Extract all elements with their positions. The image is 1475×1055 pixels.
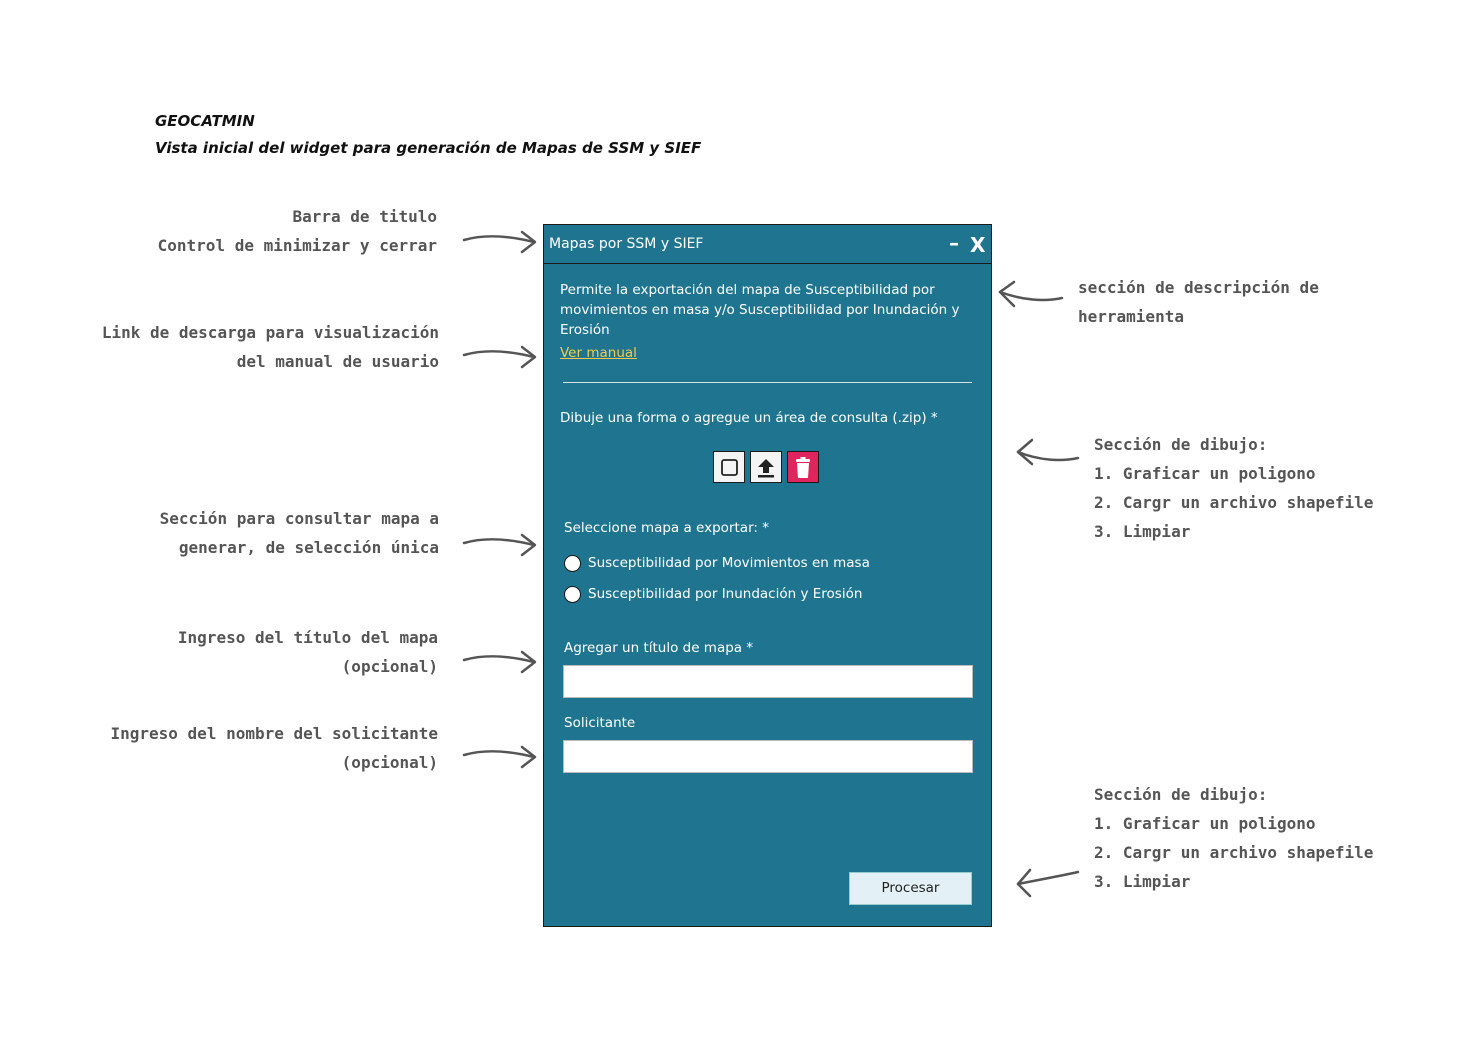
note-drawing-bottom: Sección de dibujo: 1. Graficar un poligo… — [1094, 785, 1374, 891]
radio-movimientos[interactable] — [564, 555, 581, 572]
arrow-right-icon — [462, 345, 537, 369]
divider — [563, 382, 972, 383]
close-button[interactable]: X — [970, 233, 985, 257]
map-select-label: Seleccione mapa a exportar: * — [564, 520, 769, 536]
upload-icon — [758, 459, 774, 478]
widget-description: Permite la exportación del mapa de Susce… — [560, 282, 960, 338]
app-name: GEOCATMIN — [155, 112, 255, 130]
widget-title: Mapas por SSM y SIEF — [549, 236, 704, 252]
arrow-right-icon — [462, 650, 537, 674]
arrow-right-icon — [462, 745, 537, 769]
page-title: GEOCATMIN Vista inicial del widget para … — [155, 108, 701, 162]
arrow-left-icon — [998, 280, 1064, 308]
note-description: sección de descripción de herramienta — [1078, 278, 1319, 326]
requester-input[interactable] — [563, 740, 973, 773]
arrow-left-icon — [1016, 438, 1080, 466]
arrow-right-icon — [462, 230, 537, 254]
manual-link[interactable]: Ver manual — [560, 345, 637, 361]
map-title-label: Agregar un título de mapa * — [564, 640, 754, 656]
requester-label: Solicitante — [564, 715, 636, 731]
radio-inundacion[interactable] — [564, 586, 581, 603]
note-manual: Link de descarga para visualización del … — [101, 323, 439, 371]
note-drawing: Sección de dibujo: 1. Graficar un poligo… — [1094, 435, 1374, 541]
note-map-select: Sección para consultar mapa a generar, d… — [159, 509, 439, 557]
process-button[interactable]: Procesar — [849, 872, 972, 905]
minimize-button[interactable]: – — [949, 231, 959, 255]
trash-icon — [796, 457, 810, 478]
widget-titlebar: Mapas por SSM y SIEF – X — [544, 225, 991, 264]
page-subtitle: Vista inicial del widget para generación… — [155, 139, 702, 157]
clear-button[interactable] — [787, 451, 819, 483]
square-icon — [721, 459, 738, 476]
map-title-input[interactable] — [563, 665, 973, 698]
draw-label: Dibuje una forma o agregue un área de co… — [560, 410, 938, 426]
note-titlebar: Barra de titulo Control de minimizar y c… — [157, 207, 437, 255]
arrow-left-icon — [1016, 868, 1080, 898]
draw-polygon-button[interactable] — [713, 451, 745, 483]
note-requester: Ingreso del nombre del solicitante (opci… — [110, 724, 438, 772]
option-inundacion-label[interactable]: Susceptibilidad por Inundación y Erosión — [588, 586, 862, 602]
arrow-right-icon — [462, 533, 537, 557]
option-movimientos-label[interactable]: Susceptibilidad por Movimientos en masa — [588, 555, 870, 571]
widget-panel: Mapas por SSM y SIEF – X Permite la expo… — [543, 224, 992, 927]
note-map-title: Ingreso del título del mapa (opcional) — [177, 628, 438, 676]
upload-shapefile-button[interactable] — [750, 451, 782, 483]
